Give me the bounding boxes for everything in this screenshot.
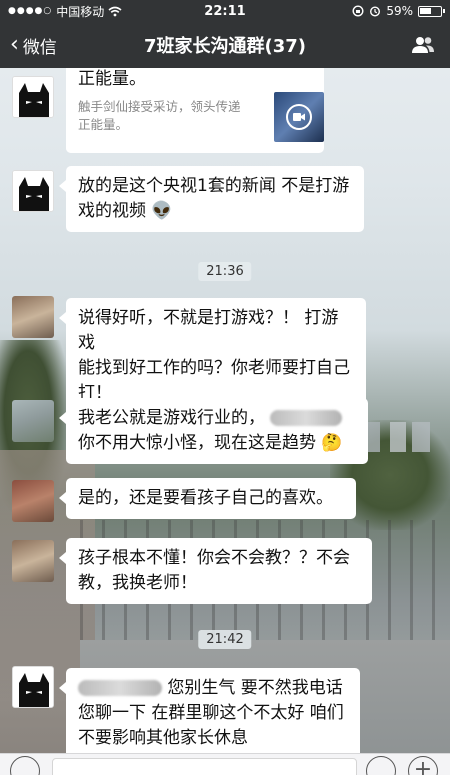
group-members-button[interactable]: [340, 35, 450, 55]
rotation-lock-icon: [352, 5, 364, 17]
link-card-description: 触手剑仙接受采访，领头传递 正能量。: [78, 98, 266, 134]
chat-title: 7班家长沟通群(37): [143, 36, 307, 57]
avatar[interactable]: [12, 296, 54, 338]
link-card-message[interactable]: 正能量。 触手剑仙接受采访，领头传递 正能量。: [66, 68, 278, 153]
voice-input-button[interactable]: [10, 756, 40, 775]
status-time: 22:11: [204, 3, 246, 19]
nav-bar: ‹ 微信 7班家长沟通群(37): [0, 22, 450, 68]
message-bubble[interactable]: 您别生气 要不然我电话 您聊一下 在群里聊这个不太好 咱们 不要影响其他家长休息: [59, 668, 360, 753]
back-button[interactable]: ‹ 微信: [0, 33, 110, 58]
redacted-text: [270, 410, 343, 426]
link-card-desc-line: 触手剑仙接受采访，领头传递: [78, 99, 241, 114]
message-text-line: 我老公就是游戏行业的，: [78, 406, 356, 431]
chat-input-bar: +: [0, 753, 450, 775]
message-text: 你不用大惊小怪，现在这是趋势 🤔: [78, 433, 343, 453]
batman-avatar-icon: [13, 77, 53, 117]
link-card-desc-line: 正能量。: [78, 117, 129, 132]
play-icon: [286, 104, 312, 130]
batman-avatar-icon: [13, 171, 53, 211]
message-text: 我老公就是游戏行业的，: [78, 408, 265, 428]
message-bubble[interactable]: 我老公就是游戏行业的， 你不用大惊小怪，现在这是趋势 🤔: [59, 398, 368, 464]
battery-percent: 59%: [386, 4, 413, 18]
status-bar: ●●●●○ 中国移动 22:11 59%: [0, 0, 450, 22]
batman-avatar-icon: [13, 667, 53, 707]
message-text: 您别生气 要不然我电话: [167, 678, 343, 698]
video-thumbnail[interactable]: [274, 92, 324, 142]
message-bubble[interactable]: 孩子根本不懂！你会不会教？？不会 教，我换老师！: [59, 538, 372, 604]
timestamp: 21:36: [198, 262, 252, 281]
carrier-label: 中国移动: [56, 4, 105, 19]
chat-messages[interactable]: 正能量。 触手剑仙接受采访，领头传递 正能量。 正能量。 触手剑仙接受采访，领头…: [0, 68, 450, 753]
redacted-text: [78, 680, 162, 696]
message-text: 放的是这个央视1套的新闻 不是打游: [78, 176, 350, 196]
link-card-title: 正能量。: [78, 69, 146, 89]
avatar[interactable]: [12, 480, 54, 522]
message-text: 孩子根本不懂！你会不会教？？不会: [78, 548, 350, 568]
wifi-icon: [108, 6, 122, 16]
chevron-left-icon: ‹: [10, 32, 19, 57]
avatar[interactable]: [12, 170, 54, 212]
more-options-button[interactable]: +: [408, 756, 438, 775]
message-bubble[interactable]: 放的是这个央视1套的新闻 不是打游 戏的视频 👽: [59, 166, 364, 232]
avatar[interactable]: [12, 400, 54, 442]
message-input[interactable]: [52, 758, 357, 775]
message-text: 不要影响其他家长休息: [78, 728, 248, 748]
message-text: 说得好听，不就是打游戏？！ 打游戏: [78, 308, 339, 353]
avatar[interactable]: [12, 540, 54, 582]
message-text-line: 您别生气 要不然我电话: [78, 676, 348, 701]
message-bubble[interactable]: 是的，还是要看孩子自己的喜欢。: [59, 478, 356, 519]
people-icon: [412, 37, 434, 53]
timestamp: 21:42: [198, 630, 252, 649]
message-text: 教，我换老师！: [78, 573, 197, 593]
back-label: 微信: [22, 37, 57, 58]
message-bubble[interactable]: 说得好听，不就是打游戏？！ 打游戏 能找到好工作的吗？你老师要打自己 打！: [59, 298, 366, 414]
battery-icon: [418, 5, 445, 17]
message-text: 是的，还是要看孩子自己的喜欢。: [78, 488, 333, 508]
avatar[interactable]: [12, 666, 54, 708]
signal-icon: ●●●●○: [8, 6, 53, 16]
avatar[interactable]: [12, 76, 54, 118]
emoji-button[interactable]: [366, 756, 396, 775]
message-text: 您聊一下 在群里聊这个不太好 咱们: [78, 703, 344, 723]
alarm-icon: [370, 6, 381, 17]
message-text: 能找到好工作的吗？你老师要打自己: [78, 358, 350, 378]
message-text: 戏的视频 👽: [78, 201, 173, 221]
